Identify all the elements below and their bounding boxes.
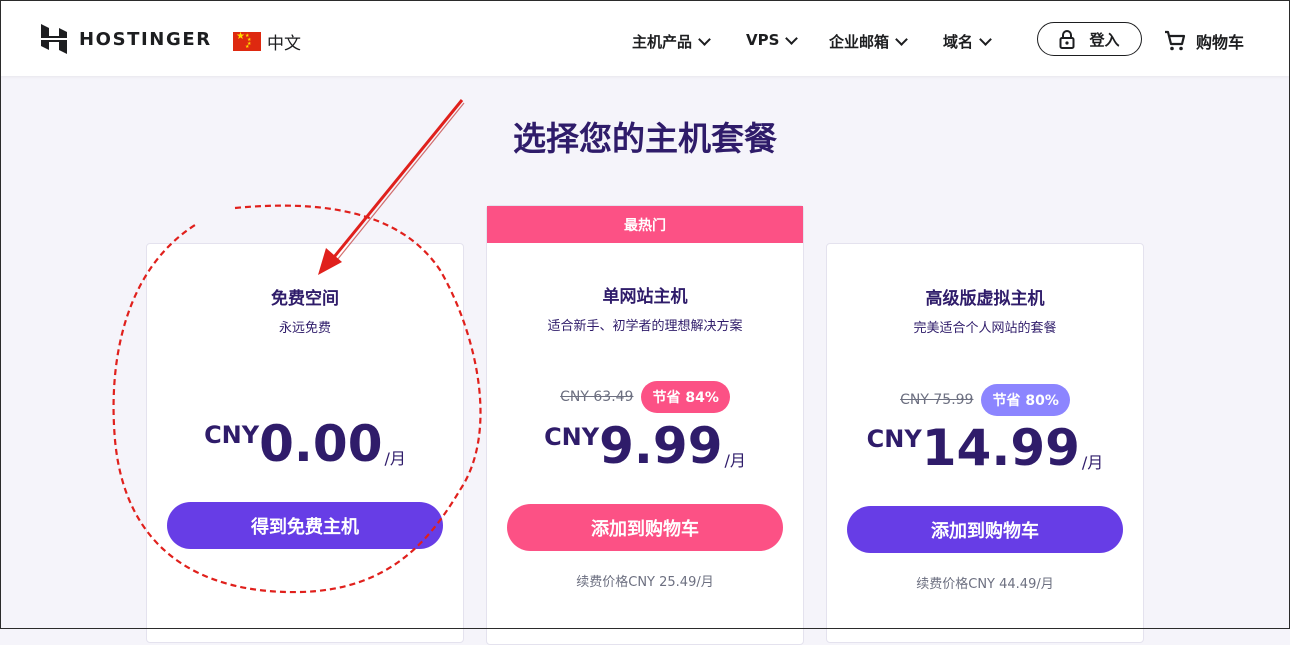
save-badge: 节省 84%	[641, 381, 730, 413]
price-amount: 9.99	[599, 417, 723, 475]
add-to-cart-button[interactable]: 添加到购物车	[507, 504, 783, 551]
plan-subtitle: 完美适合个人网站的套餐	[913, 321, 1057, 336]
hostinger-logo[interactable]: HOSTINGER	[41, 24, 212, 54]
plan-subtitle: 永远免费	[278, 321, 331, 336]
renewal-price: 续费价格CNY 25.49/月	[576, 575, 714, 590]
price-period: /月	[724, 451, 746, 470]
language-label: 中文	[267, 34, 301, 54]
price-period: /月	[1081, 453, 1104, 472]
plan-name: 单网站主机	[602, 287, 688, 307]
plan-price: CNY 0.00 /月	[147, 417, 463, 471]
plan-card-free: 免费空间 永远免费 CNY 0.00 /月 得到免费主机	[146, 243, 464, 643]
chevron-down-icon	[979, 33, 992, 46]
nav-label: VPS	[746, 31, 780, 49]
nav-vps[interactable]: VPS	[746, 31, 799, 49]
plan-name: 免费空间	[271, 289, 339, 309]
original-price: CNY 75.99	[900, 392, 974, 408]
chevron-down-icon	[895, 33, 908, 46]
login-button[interactable]: 登入	[1037, 22, 1142, 56]
discount-row: CNY 63.49 节省 84%	[487, 381, 803, 413]
nav-hosting-products[interactable]: 主机产品	[632, 31, 711, 52]
login-label: 登入	[1089, 30, 1120, 49]
language-selector[interactable]: ★ ★ ★ ★ ★ 中文	[233, 29, 301, 54]
price-period: /月	[384, 449, 406, 468]
chevron-down-icon	[698, 33, 711, 46]
get-free-hosting-button[interactable]: 得到免费主机	[167, 502, 443, 549]
lock-icon	[1059, 29, 1075, 49]
plan-card-premium: 高级版虚拟主机 完美适合个人网站的套餐 CNY 75.99 节省 80% CNY…	[826, 243, 1144, 643]
renewal-price: 续费价格CNY 44.49/月	[916, 577, 1054, 592]
nav-business-email[interactable]: 企业邮箱	[829, 31, 908, 52]
cart-link[interactable]: 购物车	[1164, 29, 1244, 53]
price-amount: 0.00	[259, 415, 383, 473]
plan-price: CNY 9.99 /月	[487, 419, 803, 473]
page-title: 选择您的主机套餐	[513, 119, 777, 158]
china-flag-icon: ★ ★ ★ ★ ★	[233, 31, 261, 51]
price-currency: CNY	[544, 423, 600, 451]
nav-label: 企业邮箱	[829, 33, 890, 51]
price-currency: CNY	[204, 421, 260, 449]
chevron-down-icon	[785, 31, 799, 45]
nav-label: 域名	[943, 33, 974, 51]
logo-text: HOSTINGER	[79, 28, 212, 50]
price-amount: 14.99	[921, 419, 1080, 477]
add-to-cart-button[interactable]: 添加到购物车	[847, 506, 1123, 553]
plan-subtitle: 适合新手、初学者的理想解决方案	[547, 319, 743, 334]
nav-label: 主机产品	[632, 33, 693, 51]
nav-domains[interactable]: 域名	[943, 31, 992, 52]
save-badge: 节省 80%	[981, 384, 1070, 416]
plan-card-single: 最热门 单网站主机 适合新手、初学者的理想解决方案 CNY 63.49 节省 8…	[486, 205, 804, 645]
plan-name: 高级版虚拟主机	[925, 289, 1045, 309]
price-currency: CNY	[866, 425, 922, 453]
most-popular-ribbon: 最热门	[487, 206, 803, 243]
discount-row: CNY 75.99 节省 80%	[827, 384, 1143, 416]
hostinger-logo-icon	[41, 24, 67, 54]
shopping-cart-icon	[1165, 30, 1186, 51]
plan-price: CNY 14.99 /月	[827, 421, 1143, 475]
cart-label: 购物车	[1196, 33, 1245, 52]
original-price: CNY 63.49	[560, 389, 634, 405]
site-header: HOSTINGER ★ ★ ★ ★ ★ 中文 主机产品 VPS 企业邮箱 域名 …	[1, 1, 1289, 76]
